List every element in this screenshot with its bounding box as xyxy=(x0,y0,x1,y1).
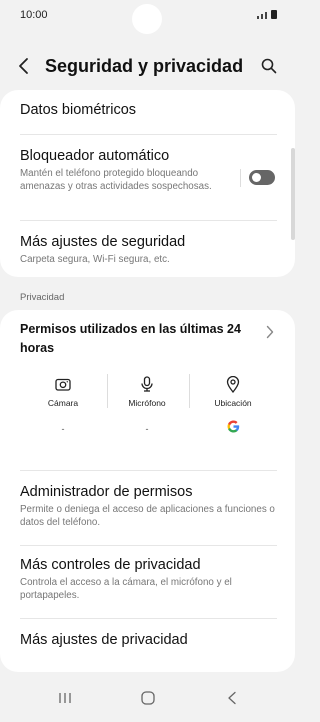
auto-blocker-title: Bloqueador automático xyxy=(20,148,170,164)
more-security-title: Más ajustes de seguridad xyxy=(20,234,186,250)
permission-manager-item[interactable]: Administrador de permisos Permite o deni… xyxy=(20,484,277,529)
permission-microphone[interactable]: Micrófono - xyxy=(104,375,190,434)
permission-location[interactable]: Ubicación xyxy=(190,375,276,433)
permission-camera[interactable]: Cámara - xyxy=(20,375,106,434)
auto-blocker-item[interactable]: Bloqueador automático Mantén el teléfono… xyxy=(20,148,230,193)
biometrics-item[interactable]: Datos biométricos xyxy=(20,102,277,118)
divider xyxy=(20,545,277,546)
back-button[interactable] xyxy=(12,54,36,78)
status-bar: 10:00 xyxy=(0,0,295,34)
chevron-right-icon xyxy=(266,325,274,339)
permission-manager-title: Administrador de permisos xyxy=(20,484,193,500)
search-icon xyxy=(261,58,277,74)
page-title: Seguridad y privacidad xyxy=(45,56,244,76)
divider xyxy=(20,470,277,471)
camera-icon xyxy=(55,378,71,391)
status-icons xyxy=(257,10,277,19)
google-g-icon xyxy=(227,420,239,433)
permission-label: Ubicación xyxy=(214,398,252,408)
permission-manager-subtitle: Permite o deniega el acceso de aplicacio… xyxy=(20,504,275,528)
toggle-separator xyxy=(240,169,241,187)
permission-label: Cámara xyxy=(47,398,79,408)
location-icon xyxy=(226,375,240,393)
status-time: 10:00 xyxy=(20,9,48,21)
camera-cutout xyxy=(132,4,162,34)
more-privacy-controls-subtitle: Controla el acceso a la cámara, el micró… xyxy=(20,577,232,601)
scrollbar[interactable] xyxy=(291,148,295,240)
divider xyxy=(20,220,277,221)
more-security-item[interactable]: Más ajustes de seguridad Carpeta segura,… xyxy=(20,234,277,266)
toggle-knob xyxy=(252,173,261,182)
permissions-used-title[interactable]: Permisos utilizados en las últimas 24 ho… xyxy=(20,320,250,358)
divider xyxy=(20,134,277,135)
permissions-used-chevron[interactable] xyxy=(263,322,277,342)
auto-blocker-subtitle: Mantén el teléfono protegido bloqueando … xyxy=(20,168,212,192)
more-privacy-controls-item[interactable]: Más controles de privacidad Controla el … xyxy=(20,557,277,602)
divider xyxy=(20,618,277,619)
security-card: Datos biométricos Bloqueador automático … xyxy=(0,90,295,277)
battery-icon xyxy=(271,10,277,19)
back-arrow-icon xyxy=(19,58,28,74)
header: Seguridad y privacidad xyxy=(0,48,295,84)
navigation-bar xyxy=(0,674,295,722)
biometrics-label: Datos biométricos xyxy=(20,102,137,118)
auto-blocker-toggle[interactable] xyxy=(249,170,275,185)
permission-value: - xyxy=(145,424,149,434)
home-icon xyxy=(141,691,155,705)
permission-value: - xyxy=(61,424,65,434)
microphone-icon xyxy=(141,376,153,392)
signal-icon xyxy=(257,16,259,19)
more-privacy-settings-item[interactable]: Más ajustes de privacidad xyxy=(20,632,277,648)
back-nav-button[interactable] xyxy=(220,688,244,708)
privacy-section-label: Privacidad xyxy=(20,292,65,303)
more-security-subtitle: Carpeta segura, Wi-Fi segura, etc. xyxy=(20,254,170,265)
recent-apps-button[interactable] xyxy=(53,688,77,708)
back-nav-icon xyxy=(228,691,236,705)
more-privacy-controls-title: Más controles de privacidad xyxy=(20,557,201,573)
permission-label: Micrófono xyxy=(128,398,166,408)
search-button[interactable] xyxy=(257,54,281,78)
home-button[interactable] xyxy=(136,688,160,708)
recent-apps-icon xyxy=(59,693,71,703)
more-privacy-settings-title: Más ajustes de privacidad xyxy=(20,632,188,648)
